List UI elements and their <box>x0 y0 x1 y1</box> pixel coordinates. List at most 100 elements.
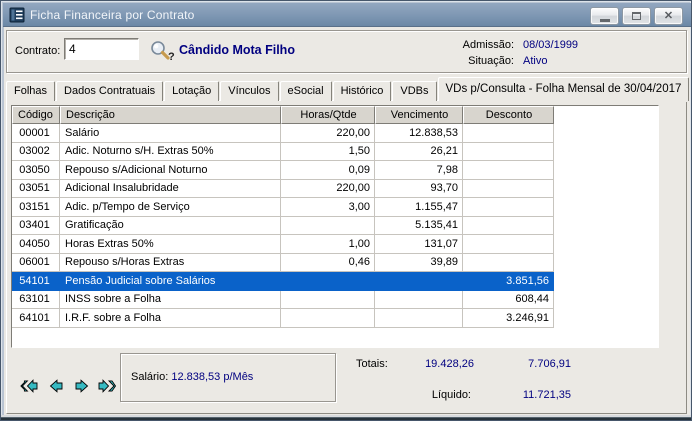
cell-code[interactable]: 00001 <box>12 124 60 143</box>
table-rows: 00001Salário220,0012.838,5303002Adic. No… <box>12 124 658 328</box>
cell-earning[interactable]: 26,21 <box>375 143 463 162</box>
cell-earning[interactable]: 39,89 <box>375 254 463 273</box>
cell-qty[interactable]: 0,09 <box>281 161 375 180</box>
table-row[interactable]: 06001Repouso s/Horas Extras0,4639,89 <box>12 254 658 273</box>
first-record-arrow[interactable] <box>19 377 39 395</box>
cell-description[interactable]: Adic. p/Tempo de Serviço <box>60 198 281 217</box>
table-row[interactable]: 03002Adic. Noturno s/H. Extras 50%1,5026… <box>12 143 658 162</box>
minimize-button[interactable] <box>590 7 619 25</box>
cell-qty[interactable] <box>281 291 375 310</box>
cell-deduction[interactable] <box>463 254 554 273</box>
window-controls: ✕ <box>590 7 683 25</box>
total-deductions: 7.706,91 <box>487 358 571 370</box>
cell-deduction[interactable] <box>463 217 554 236</box>
contract-label: Contrato: <box>15 45 60 57</box>
admission-situation-values: 08/03/1999 Ativo <box>523 37 578 69</box>
cell-deduction[interactable]: 3.851,56 <box>463 272 554 291</box>
cell-qty[interactable] <box>281 272 375 291</box>
table-row[interactable]: 03401Gratificação 5.135,41 <box>12 217 658 236</box>
cell-qty[interactable] <box>281 309 375 328</box>
cell-code[interactable]: 03401 <box>12 217 60 236</box>
tab-folhas[interactable]: Folhas <box>6 81 55 101</box>
cell-earning[interactable]: 7,98 <box>375 161 463 180</box>
cell-deduction[interactable] <box>463 143 554 162</box>
cell-description[interactable]: INSS sobre a Folha <box>60 291 281 310</box>
table-row[interactable]: 63101INSS sobre a Folha 608,44 <box>12 291 658 310</box>
previous-record-arrow[interactable] <box>46 377 66 395</box>
table-row[interactable]: 03051Adicional Insalubridade220,0093,70 <box>12 180 658 199</box>
column-header-horas-qtde[interactable]: Horas/Qtde <box>281 106 375 124</box>
tab-esocial[interactable]: eSocial <box>280 81 332 101</box>
cell-qty[interactable]: 220,00 <box>281 124 375 143</box>
maximize-button[interactable] <box>622 7 651 25</box>
cell-description[interactable]: Adic. Noturno s/H. Extras 50% <box>60 143 281 162</box>
cell-code[interactable]: 04050 <box>12 235 60 254</box>
ledger-icon <box>9 7 25 23</box>
cell-qty[interactable]: 3,00 <box>281 198 375 217</box>
column-header-descricao[interactable]: Descrição <box>60 106 281 124</box>
column-header-desconto[interactable]: Desconto <box>463 106 554 124</box>
cell-description[interactable]: Repouso s/Horas Extras <box>60 254 281 273</box>
cell-description[interactable]: Gratificação <box>60 217 281 236</box>
cell-description[interactable]: I.R.F. sobre a Folha <box>60 309 281 328</box>
cell-deduction[interactable] <box>463 198 554 217</box>
tab-vds-p-consulta-folha-mensal-de-30-04-2017[interactable]: VDs p/Consulta - Folha Mensal de 30/04/2… <box>438 77 690 101</box>
cell-deduction[interactable] <box>463 180 554 199</box>
client-area: Contrato: ? Cândido Mota Filho Admissão:… <box>4 27 690 416</box>
table-row[interactable]: 03050Repouso s/Adicional Noturno0,097,98 <box>12 161 658 180</box>
cell-earning[interactable] <box>375 309 463 328</box>
cell-deduction[interactable] <box>463 161 554 180</box>
next-record-arrow[interactable] <box>72 377 92 395</box>
cell-description[interactable]: Horas Extras 50% <box>60 235 281 254</box>
cell-earning[interactable] <box>375 291 463 310</box>
cell-code[interactable]: 03050 <box>12 161 60 180</box>
cell-earning[interactable] <box>375 272 463 291</box>
cell-code[interactable]: 63101 <box>12 291 60 310</box>
close-icon: ✕ <box>664 11 673 22</box>
cell-earning[interactable]: 131,07 <box>375 235 463 254</box>
column-header-vencimento[interactable]: Vencimento <box>375 106 463 124</box>
magnifier-question-icon[interactable]: ? <box>149 39 175 63</box>
last-record-arrow[interactable] <box>97 377 117 395</box>
close-button[interactable]: ✕ <box>654 7 683 25</box>
cell-code[interactable]: 64101 <box>12 309 60 328</box>
salary-value: 12.838,53 p/Mês <box>171 371 253 383</box>
cell-code[interactable]: 03002 <box>12 143 60 162</box>
cell-earning[interactable]: 12.838,53 <box>375 124 463 143</box>
tab-vdbs[interactable]: VDBs <box>392 81 436 101</box>
cell-deduction[interactable]: 608,44 <box>463 291 554 310</box>
cell-code[interactable]: 03151 <box>12 198 60 217</box>
table-row[interactable]: 54101Pensão Judicial sobre Salários 3.851… <box>12 272 658 291</box>
table-row[interactable]: 64101I.R.F. sobre a Folha 3.246,91 <box>12 309 658 328</box>
cell-earning[interactable]: 1.155,47 <box>375 198 463 217</box>
table-row[interactable]: 03151Adic. p/Tempo de Serviço3,001.155,4… <box>12 198 658 217</box>
cell-earning[interactable]: 5.135,41 <box>375 217 463 236</box>
cell-code[interactable]: 54101 <box>12 272 60 291</box>
cell-qty[interactable]: 1,00 <box>281 235 375 254</box>
cell-qty[interactable]: 0,46 <box>281 254 375 273</box>
vd-grid: Código Descrição Horas/Qtde Vencimento D… <box>11 105 659 348</box>
cell-earning[interactable]: 93,70 <box>375 180 463 199</box>
column-header-codigo[interactable]: Código <box>12 106 60 124</box>
table-row[interactable]: 00001Salário220,0012.838,53 <box>12 124 658 143</box>
cell-description[interactable]: Repouso s/Adicional Noturno <box>60 161 281 180</box>
contract-input[interactable] <box>64 38 139 60</box>
cell-deduction[interactable] <box>463 124 554 143</box>
cell-deduction[interactable] <box>463 235 554 254</box>
cell-code[interactable]: 06001 <box>12 254 60 273</box>
cell-description[interactable]: Salário <box>60 124 281 143</box>
cell-deduction[interactable]: 3.246,91 <box>463 309 554 328</box>
tab-lota-o[interactable]: Lotação <box>164 81 219 101</box>
window-title: Ficha Financeira por Contrato <box>30 8 195 22</box>
tab-dados-contratuais[interactable]: Dados Contratuais <box>56 81 163 101</box>
cell-qty[interactable]: 1,50 <box>281 143 375 162</box>
tab-v-nculos[interactable]: Vínculos <box>220 81 278 101</box>
table-row[interactable]: 04050Horas Extras 50%1,00131,07 <box>12 235 658 254</box>
titlebar[interactable]: Ficha Financeira por Contrato ✕ <box>3 3 691 27</box>
cell-description[interactable]: Pensão Judicial sobre Salários <box>60 272 281 291</box>
cell-description[interactable]: Adicional Insalubridade <box>60 180 281 199</box>
cell-qty[interactable] <box>281 217 375 236</box>
tab-hist-rico[interactable]: Histórico <box>333 81 392 101</box>
cell-code[interactable]: 03051 <box>12 180 60 199</box>
cell-qty[interactable]: 220,00 <box>281 180 375 199</box>
